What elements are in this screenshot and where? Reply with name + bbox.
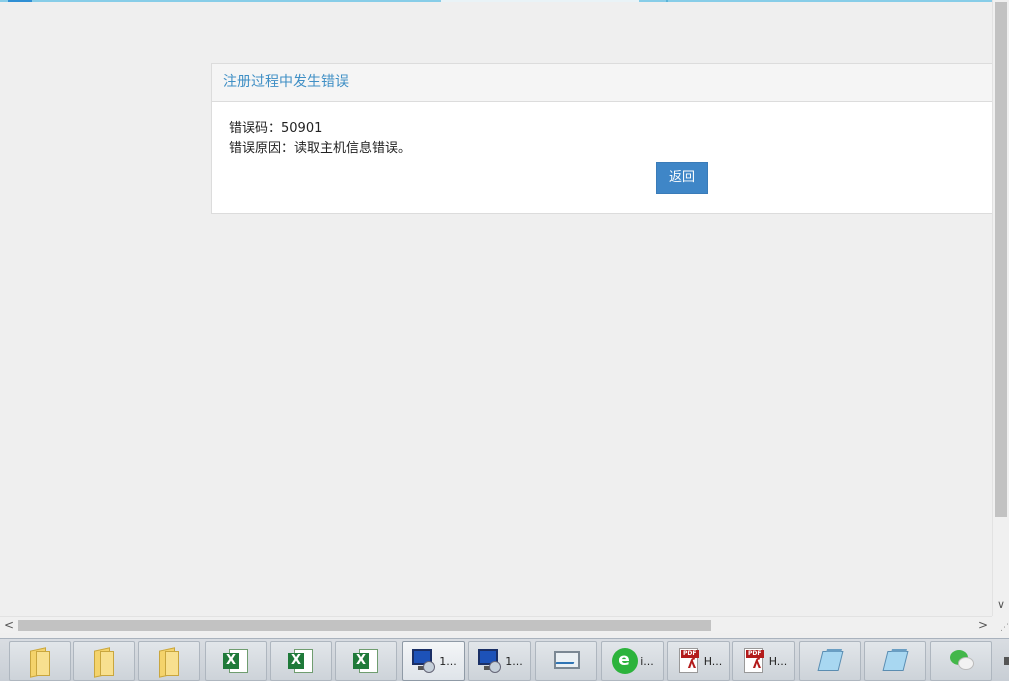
error-code-value: 50901: [281, 121, 323, 136]
resize-grip-icon: ⋰: [992, 616, 1009, 633]
error-panel-body: 错误码：50901 错误原因：读取主机信息错误。 返回: [212, 102, 992, 212]
taskbar-item-remote-desktop[interactable]: 1...: [402, 641, 465, 681]
error-code-label: 错误码：: [229, 121, 282, 136]
taskbar-item-excel[interactable]: X: [335, 641, 397, 681]
taskbar-item-folder[interactable]: [138, 641, 200, 681]
error-reason-value: 读取主机信息错误。: [294, 141, 412, 156]
taskbar-item-wechat[interactable]: [930, 641, 992, 681]
vertical-scrollbar[interactable]: ∨: [992, 0, 1009, 616]
folder-icon: [94, 647, 114, 676]
folder-icon: [30, 647, 50, 676]
horizontal-scrollbar[interactable]: < >: [0, 616, 992, 633]
scroll-right-arrow-icon[interactable]: >: [976, 617, 990, 633]
error-panel: 注册过程中发生错误 错误码：50901 错误原因：读取主机信息错误。 返回: [211, 63, 992, 214]
taskbar-item-notepad[interactable]: [864, 641, 926, 681]
taskbar-item-pdf[interactable]: PDF ʎ H...: [732, 641, 795, 681]
return-button[interactable]: 返回: [656, 162, 708, 194]
taskbar-item-label: 1...: [505, 654, 523, 668]
taskbar-item-folder[interactable]: [9, 641, 71, 681]
taskbar-item-excel[interactable]: X: [205, 641, 267, 681]
horizontal-scroll-thumb[interactable]: [18, 620, 711, 631]
taskbar-item-pdf[interactable]: PDF ʎ H...: [667, 641, 730, 681]
error-code-row: 错误码：50901: [229, 119, 992, 139]
taskbar: X X X 1... 1... e i... PDF ʎ H... PDF ʎ H.…: [0, 638, 1009, 681]
taskbar-item-label: H...: [703, 654, 723, 668]
vertical-scroll-thumb[interactable]: [995, 2, 1007, 517]
notepad-icon: [882, 647, 909, 675]
taskbar-item-label: H...: [768, 654, 788, 668]
error-panel-title: 注册过程中发生错误: [212, 64, 992, 102]
notepad-icon: [817, 647, 844, 675]
excel-icon: X: [223, 648, 249, 674]
error-reason-row: 错误原因：读取主机信息错误。: [229, 139, 992, 159]
taskbar-item-browser[interactable]: e i...: [601, 641, 664, 681]
excel-icon: X: [288, 648, 314, 674]
taskbar-item-remote-desktop[interactable]: 1...: [468, 641, 531, 681]
taskbar-overflow-edge: [1004, 657, 1009, 665]
taskbar-item-label: 1...: [439, 654, 457, 668]
remote-desktop-icon: [410, 647, 436, 675]
taskbar-item-performance-monitor[interactable]: [535, 641, 597, 681]
scroll-down-arrow-icon[interactable]: ∨: [995, 598, 1007, 612]
folder-icon: [159, 647, 179, 676]
remote-desktop-icon: [476, 647, 502, 675]
page-content: 注册过程中发生错误 错误码：50901 错误原因：读取主机信息错误。 返回: [0, 2, 992, 616]
pdf-icon: PDF ʎ: [675, 647, 701, 675]
taskbar-item-excel[interactable]: X: [270, 641, 332, 681]
excel-icon: X: [353, 648, 379, 674]
browser-icon: e: [611, 647, 639, 675]
pdf-icon: PDF ʎ: [740, 647, 766, 675]
scroll-left-arrow-icon[interactable]: <: [2, 617, 16, 633]
taskbar-item-label: i...: [640, 654, 654, 668]
error-reason-label: 错误原因：: [229, 141, 295, 156]
taskbar-item-folder[interactable]: [73, 641, 135, 681]
performance-monitor-icon: [553, 647, 580, 675]
taskbar-item-notepad[interactable]: [799, 641, 861, 681]
wechat-icon: [948, 647, 974, 675]
